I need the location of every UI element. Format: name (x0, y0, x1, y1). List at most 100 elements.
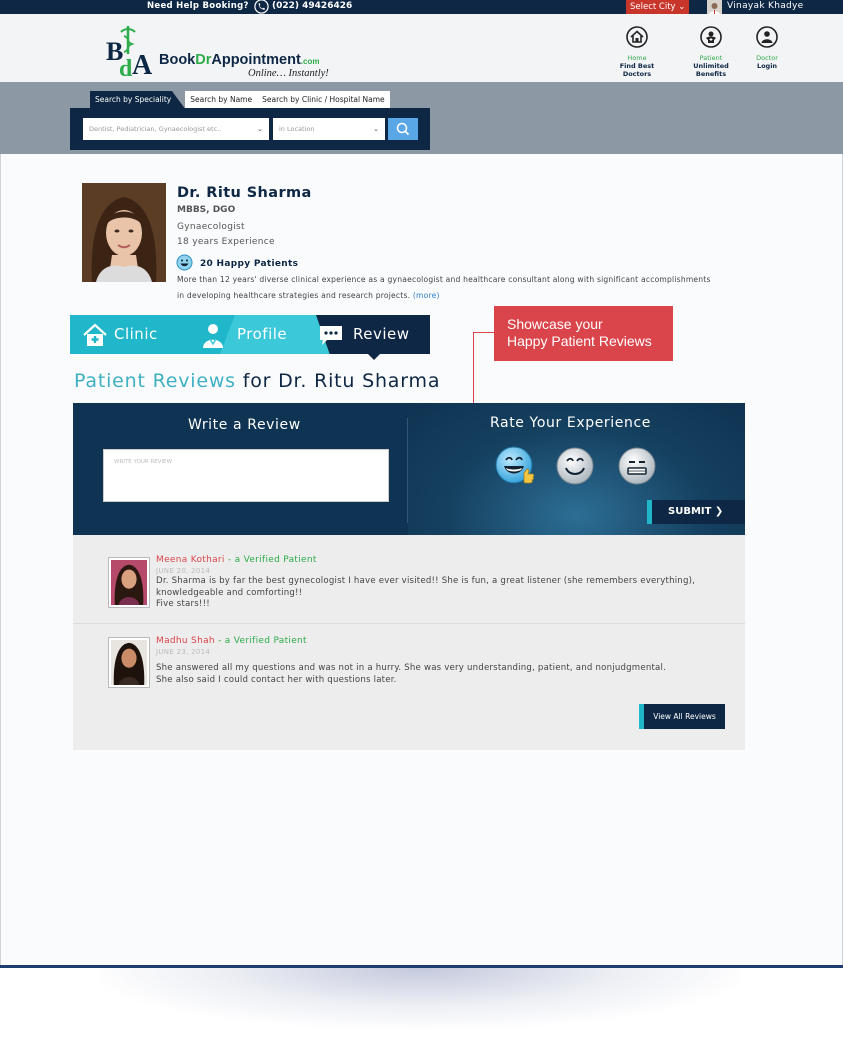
site-header: B d A BookDrAppointment.com Online… Inst… (0, 14, 843, 82)
help-booking-label: Need Help Booking? (147, 1, 249, 11)
search-icon (396, 122, 410, 136)
reviews-heading: Patient Reviews for Dr. Ritu Sharma (74, 370, 440, 392)
review-form-panel: Write a Review WRITE YOUR REVIEW Rate Yo… (73, 403, 745, 535)
reviews-heading-part1: Patient Reviews (74, 370, 236, 392)
verified-label: - a Verified Patient (218, 636, 307, 646)
review-text-line3: Five stars!!! (156, 599, 210, 609)
nav-doctor-login[interactable]: Doctor Login (752, 26, 782, 70)
callout-line2: Happy Patient Reviews (507, 333, 652, 349)
doctor-icon (756, 26, 778, 48)
bda-logo-icon[interactable]: B d A (104, 24, 160, 82)
doctor-experience: 18 years Experience (177, 237, 275, 247)
select-city-dropdown[interactable]: Select City ⌄ (626, 0, 689, 14)
tab-review[interactable]: Review (318, 315, 430, 354)
review-separator (73, 623, 745, 624)
nav-patient[interactable]: Patient Unlimited Benefits (679, 26, 743, 78)
write-review-title: Write a Review (188, 417, 301, 433)
phone-icon (254, 0, 269, 14)
reviewer-name-line: Meena Kothari - a Verified Patient (156, 555, 317, 565)
brand-name-appointment: Appointment (211, 52, 301, 68)
review-text: Dr. Sharma is by far the best gynecologi… (156, 576, 736, 611)
more-link[interactable]: (more) (413, 291, 440, 300)
brand-name-suffix: .com (300, 57, 320, 66)
tab-profile[interactable]: Profile (200, 315, 320, 354)
brand-name[interactable]: BookDrAppointment.com (159, 52, 319, 68)
clinic-icon (83, 323, 107, 346)
doctor-bio-line1: More than 12 years' diverse clinical exp… (177, 275, 711, 284)
doctor-degree: MBBS, DGO (177, 205, 236, 215)
profile-tabs: Clinic Profile Review (70, 315, 430, 354)
doctor-speciality: Gynaecologist (177, 222, 245, 232)
reviews-list: Meena Kothari - a Verified Patient JUNE … (73, 535, 745, 750)
profile-icon (203, 324, 223, 348)
review-icon (320, 326, 342, 345)
callout-connector (473, 332, 474, 404)
brand-name-dr: Dr (195, 52, 212, 68)
reviewer-name-line: Madhu Shah - a Verified Patient (156, 636, 307, 646)
reviewer-name: Meena Kothari (156, 555, 225, 565)
chevron-down-icon: ⌄ (257, 125, 263, 133)
doctor-photo (82, 183, 166, 282)
verified-label: - a Verified Patient (227, 555, 317, 565)
showcase-callout: Showcase your Happy Patient Reviews (494, 306, 673, 361)
reviewer-avatar (108, 637, 150, 688)
view-all-reviews-button[interactable]: View All Reviews (639, 704, 725, 729)
search-box: Dentist, Pediatrician, Gynaecologist etc… (70, 108, 430, 150)
tab-review-label: Review (353, 325, 410, 343)
top-bar: Need Help Booking? (022) 49426426 Select… (0, 0, 843, 15)
nav-patient-label: Patient (699, 54, 723, 62)
home-icon (626, 26, 648, 48)
speciality-placeholder: Dentist, Pediatrician, Gynaecologist etc… (89, 125, 222, 133)
tab-search-by-speciality[interactable]: Search by Speciality (90, 91, 186, 109)
nav-patient-sublabel: Unlimited Benefits (693, 62, 729, 78)
review-date: JUNE 20, 2014 (156, 567, 211, 575)
review-textarea[interactable]: WRITE YOUR REVIEW (103, 449, 389, 502)
tab-clinic[interactable]: Clinic (82, 315, 202, 354)
doctor-bio-line2: in developing healthcare strategies and … (177, 291, 411, 300)
user-name[interactable]: Vinayak Khadye (727, 1, 804, 11)
active-tab-pointer (367, 353, 381, 360)
neutral-smiley-icon[interactable] (616, 445, 658, 487)
page-shadow (100, 968, 740, 1028)
svg-text:A: A (132, 50, 153, 81)
doctor-name: Dr. Ritu Sharma (177, 185, 312, 201)
helpline-number[interactable]: (022) 49426426 (272, 1, 352, 11)
nav-home-sublabel: Find Best Doctors (619, 62, 655, 78)
nav-home[interactable]: Home Find Best Doctors (606, 26, 668, 78)
review-text-line2: knowledgeable and comforting!! (156, 587, 303, 598)
svg-text:d: d (119, 56, 133, 82)
location-select[interactable]: in Location ⌄ (273, 118, 385, 140)
callout-connector-horizontal (473, 332, 494, 333)
user-avatar[interactable] (707, 0, 722, 15)
tab-search-by-clinic[interactable]: Search by Clinic / Hospital Name (257, 91, 390, 109)
tab-search-by-name[interactable]: Search by Name (185, 91, 258, 109)
review-text: She answered all my questions and was no… (156, 663, 736, 686)
review-text-line1: Dr. Sharma is by far the best gynecologi… (156, 576, 696, 586)
reviews-heading-part2: for Dr. Ritu Sharma (242, 370, 441, 392)
tab-clinic-label: Clinic (114, 325, 158, 343)
patient-icon (700, 26, 722, 48)
panel-divider (407, 418, 408, 523)
tab-profile-label: Profile (237, 325, 288, 343)
review-text-line2: She also said I could contact her with q… (156, 674, 397, 685)
doctor-bio: More than 12 years' diverse clinical exp… (177, 272, 777, 304)
brand-name-book: Book (159, 52, 196, 68)
nav-home-label: Home (627, 54, 647, 62)
search-button[interactable] (388, 118, 418, 140)
happy-smiley-icon[interactable] (554, 445, 596, 487)
reviewer-avatar (108, 557, 150, 608)
location-placeholder: in Location (279, 125, 315, 133)
submit-review-button[interactable]: SUBMIT ❯ (647, 500, 745, 524)
very-happy-smiley-icon[interactable] (494, 445, 536, 487)
chevron-down-icon: ⌄ (373, 125, 379, 133)
chevron-down-icon: ⌄ (678, 2, 686, 12)
nav-doctor-label: Doctor (756, 54, 778, 62)
happy-patient-icon (176, 254, 193, 271)
select-city-label: Select City (630, 2, 676, 12)
speciality-select[interactable]: Dentist, Pediatrician, Gynaecologist etc… (83, 118, 269, 140)
review-date: JUNE 23, 2014 (156, 648, 211, 656)
review-placeholder: WRITE YOUR REVIEW (114, 459, 173, 465)
brand-tagline: Online… Instantly! (248, 68, 329, 79)
review-text-line1: She answered all my questions and was no… (156, 663, 667, 673)
search-tabs: Search by Speciality Search by Name Sear… (90, 91, 390, 109)
